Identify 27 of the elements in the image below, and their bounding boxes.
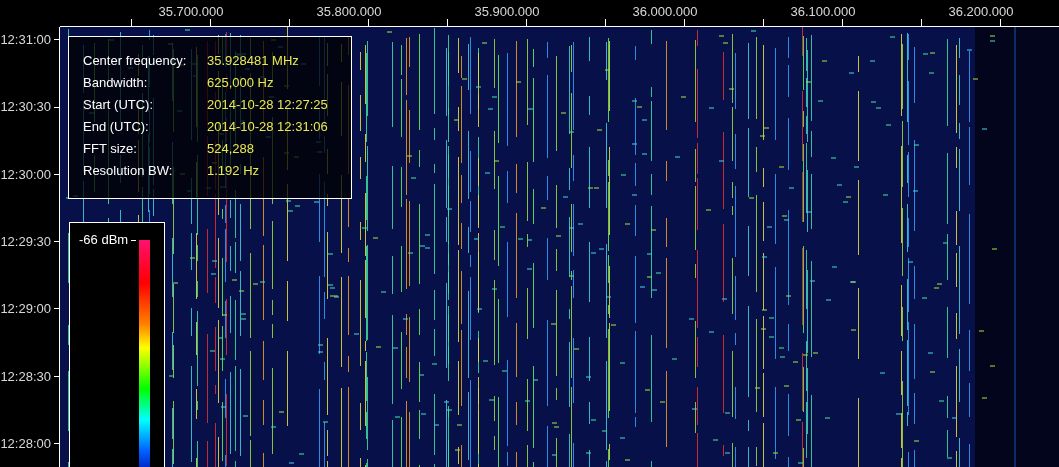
frequency-label: 35.900.000 bbox=[474, 3, 540, 21]
frequency-label: 36.000.000 bbox=[632, 3, 698, 21]
info-label: Bandwidth: bbox=[83, 73, 149, 92]
frequency-label: 36.200.000 bbox=[948, 3, 1014, 21]
info-value: 625,000 Hz bbox=[207, 73, 274, 92]
info-label: Resolution BW: bbox=[83, 161, 174, 180]
info-label: Center frequency: bbox=[83, 51, 188, 70]
frequency-label: 35.800.000 bbox=[316, 3, 382, 21]
info-value: 2014-10-28 12:31:06 bbox=[207, 117, 328, 136]
legend-label: -66 dBm bbox=[79, 232, 129, 248]
info-value: 35.928481 MHz bbox=[207, 51, 299, 70]
tick-mark bbox=[131, 240, 137, 241]
time-label: 12:29:00 bbox=[0, 300, 51, 319]
frequency-label: 36.100.000 bbox=[790, 3, 856, 21]
info-value: 1.192 Hz bbox=[207, 161, 260, 180]
time-label: 12:31:00 bbox=[0, 31, 51, 49]
time-label: 12:28:00 bbox=[0, 434, 51, 453]
time-label: 12:28:30 bbox=[0, 367, 51, 386]
info-value: 2014-10-28 12:27:25 bbox=[207, 95, 328, 114]
time-label: 12:30:00 bbox=[0, 165, 51, 184]
info-label: End (UTC): bbox=[83, 117, 150, 136]
info-label: FFT size: bbox=[83, 139, 138, 158]
info-value: 524,288 bbox=[207, 139, 254, 158]
frequency-label: 35.700.000 bbox=[158, 3, 224, 21]
time-label: 12:29:30 bbox=[0, 232, 51, 251]
info-label: Start (UTC): bbox=[83, 95, 155, 114]
time-label: 12:30:30 bbox=[0, 98, 51, 117]
